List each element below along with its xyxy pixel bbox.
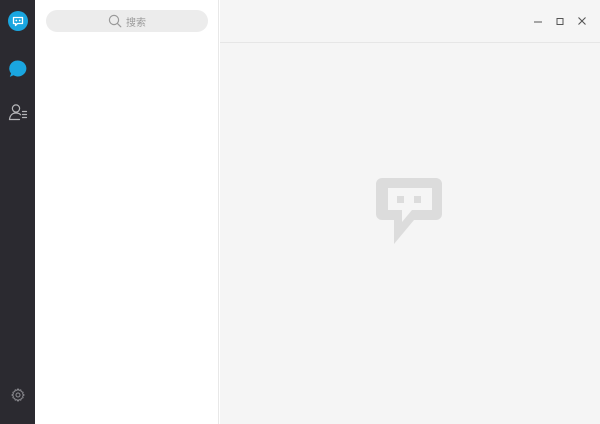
contacts-icon [8, 104, 27, 121]
chat-bubble-icon [8, 60, 26, 77]
sidebar-rail [0, 0, 35, 424]
empty-state [374, 176, 444, 250]
close-button[interactable] [574, 13, 590, 29]
app-logo[interactable] [0, 6, 35, 36]
maximize-icon [556, 18, 564, 25]
close-icon [578, 17, 586, 25]
maximize-button[interactable] [552, 13, 568, 29]
sidebar-item-contacts[interactable] [0, 97, 35, 127]
conversation-list-pane: 搜索 [35, 0, 219, 424]
search-placeholder: 搜索 [126, 17, 146, 29]
minimize-button[interactable] [530, 13, 546, 29]
gear-icon [10, 388, 25, 402]
search-icon [108, 14, 122, 28]
chat-main-area [220, 0, 600, 424]
settings-button[interactable] [0, 380, 35, 410]
app-logo-icon [7, 11, 28, 31]
search-input[interactable]: 搜索 [46, 10, 208, 32]
sidebar-item-chats[interactable] [0, 54, 35, 84]
minimize-icon [534, 21, 542, 23]
title-bar [220, 0, 600, 43]
empty-chat-icon [376, 178, 442, 244]
